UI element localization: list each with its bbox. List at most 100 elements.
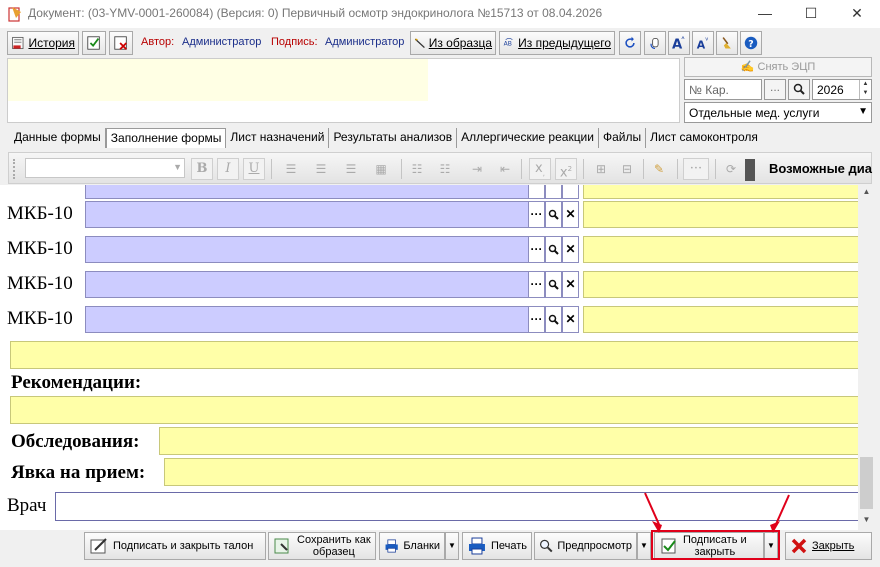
- tab-lab-results[interactable]: Результаты анализов: [329, 128, 458, 148]
- mkb-code-field[interactable]: [85, 271, 530, 298]
- mkb-ellipsis-button[interactable]: ···: [528, 306, 545, 333]
- mouse-refresh-button[interactable]: [644, 31, 666, 55]
- sign-close-ticket-button[interactable]: Подписать и закрыть талон: [84, 532, 266, 560]
- broom-icon[interactable]: ✎: [649, 159, 669, 179]
- forms-dropdown-arrow[interactable]: ▼: [445, 532, 459, 560]
- card-number-field[interactable]: № Кар.: [684, 79, 762, 100]
- bullet-list-icon[interactable]: ☷: [407, 159, 427, 179]
- main-toolbar: История Автор: Администратор Подпись: Ад…: [0, 28, 880, 58]
- mkb-code-field[interactable]: [85, 185, 530, 199]
- diagnosis-notes-field[interactable]: [10, 341, 858, 369]
- recommendations-field[interactable]: [10, 396, 858, 424]
- toolbar-overflow-button[interactable]: [745, 159, 755, 181]
- tab-self-control[interactable]: Лист самоконтроля: [646, 128, 762, 148]
- diagnosis-text-field[interactable]: [583, 201, 858, 228]
- indent-increase-icon[interactable]: ⇥: [467, 159, 487, 179]
- numbered-list-icon[interactable]: ☷: [435, 159, 455, 179]
- align-right-icon[interactable]: ☰: [341, 159, 361, 179]
- align-center-icon[interactable]: ☰: [311, 159, 331, 179]
- mkb-code-field[interactable]: [85, 201, 530, 228]
- appointment-field[interactable]: [164, 458, 858, 486]
- reject-button[interactable]: [109, 31, 133, 55]
- card-browse-button[interactable]: ...: [764, 79, 786, 100]
- maximize-button[interactable]: ☐: [788, 0, 834, 28]
- clear-format-button[interactable]: [716, 31, 738, 55]
- doctor-field[interactable]: [55, 492, 858, 521]
- diagnosis-text-field[interactable]: [583, 185, 858, 199]
- bold-button[interactable]: B: [191, 158, 213, 180]
- forms-button[interactable]: Бланки: [379, 532, 445, 560]
- decrease-font-button[interactable]: A v: [692, 31, 714, 55]
- mouse-refresh-icon[interactable]: ⟳: [721, 159, 741, 179]
- examinations-field[interactable]: [159, 427, 858, 455]
- mkb-search-button[interactable]: [545, 306, 562, 333]
- scroll-thumb[interactable]: [860, 457, 873, 509]
- indent-decrease-icon[interactable]: ⇤: [495, 159, 515, 179]
- mkb-clear-button[interactable]: ✕: [562, 236, 579, 263]
- save-as-template-label: Сохранить как образец: [297, 534, 371, 558]
- preview-button[interactable]: Предпросмотр: [534, 532, 637, 560]
- mkb-search-button[interactable]: [545, 201, 562, 228]
- card-search-button[interactable]: [788, 79, 810, 100]
- close-button[interactable]: Закрыть: [785, 532, 872, 560]
- mkb-ellipsis-button[interactable]: ···: [528, 236, 545, 263]
- subscript-button[interactable]: x,: [529, 158, 551, 180]
- from-template-button[interactable]: Из образца: [410, 31, 496, 55]
- tab-form-filling[interactable]: Заполнение формы: [105, 128, 227, 148]
- mkb-search-button[interactable]: [545, 236, 562, 263]
- diagnosis-text-field[interactable]: [583, 306, 858, 333]
- svg-text:?: ?: [748, 39, 753, 50]
- tab-files[interactable]: Файлы: [599, 128, 647, 148]
- service-type-select[interactable]: Отдельные мед. услуги ▼: [684, 102, 872, 123]
- mkb-clear-button[interactable]: ✕: [562, 201, 579, 228]
- service-type-value: Отдельные мед. услуги: [689, 106, 820, 120]
- mkb-ellipsis-button[interactable]: ···: [528, 271, 545, 298]
- year-spinner[interactable]: 2026 ▲ ▼: [812, 79, 872, 100]
- tab-prescriptions[interactable]: Лист назначений: [226, 128, 330, 148]
- font-select[interactable]: ▼: [25, 158, 185, 178]
- justify-icon[interactable]: ▦: [371, 159, 391, 179]
- mkb-code-field[interactable]: [85, 306, 530, 333]
- scroll-down-icon[interactable]: ▼: [858, 515, 875, 524]
- print-button[interactable]: Печать: [462, 532, 532, 560]
- delete-row-icon[interactable]: ⊟: [617, 159, 637, 179]
- more-options-button[interactable]: ···: [683, 158, 709, 180]
- underline-button[interactable]: U: [243, 158, 265, 180]
- help-button[interactable]: ?: [740, 31, 762, 55]
- mkb-clear-button[interactable]: ✕: [562, 271, 579, 298]
- diagnosis-text-field[interactable]: [583, 271, 858, 298]
- form-content: МКБ-10 ··· ✕ МКБ-10 ··· ✕ МКБ-10 ··· ✕ М…: [0, 185, 858, 530]
- italic-button[interactable]: I: [217, 158, 239, 180]
- insert-row-icon[interactable]: ⊞: [591, 159, 611, 179]
- mkb-clear-button[interactable]: [562, 185, 579, 199]
- spin-arrows-icon[interactable]: ▲ ▼: [859, 80, 871, 99]
- mkb-label: МКБ-10: [7, 238, 73, 259]
- remove-ecp-button[interactable]: ✍ Снять ЭЦП: [684, 57, 872, 77]
- arrowhead-left: [652, 521, 662, 533]
- tab-allergies[interactable]: Аллергические реакции: [457, 128, 599, 148]
- tab-form-data[interactable]: Данные формы: [10, 128, 106, 148]
- history-button[interactable]: История: [7, 31, 79, 55]
- notes-area[interactable]: [7, 58, 680, 123]
- diagnosis-text-field[interactable]: [583, 236, 858, 263]
- mkb-search-button[interactable]: [545, 271, 562, 298]
- scroll-up-icon[interactable]: ▲: [858, 187, 875, 196]
- close-window-button[interactable]: ✕: [834, 0, 880, 28]
- align-left-icon[interactable]: ☰: [281, 159, 301, 179]
- mkb-code-field[interactable]: [85, 236, 530, 263]
- save-as-template-button[interactable]: Сохранить как образец: [268, 532, 376, 560]
- form-scrollbar[interactable]: ▲ ▼: [858, 185, 875, 530]
- superscript-button[interactable]: x2: [555, 158, 577, 180]
- refresh-button[interactable]: [619, 31, 641, 55]
- mkb-clear-button[interactable]: ✕: [562, 306, 579, 333]
- from-previous-button[interactable]: AB Из предыдущего: [499, 31, 615, 55]
- search-icon: [548, 209, 559, 220]
- mouse-refresh-icon: [650, 37, 659, 50]
- mkb-search-button[interactable]: [545, 185, 562, 199]
- minimize-button[interactable]: —: [742, 0, 788, 28]
- mkb-ellipsis-button[interactable]: ···: [528, 201, 545, 228]
- mkb-ellipsis-button[interactable]: [528, 185, 545, 199]
- preview-dropdown-arrow[interactable]: ▼: [637, 532, 651, 560]
- increase-font-button[interactable]: A ^: [668, 31, 690, 55]
- approve-button[interactable]: [82, 31, 106, 55]
